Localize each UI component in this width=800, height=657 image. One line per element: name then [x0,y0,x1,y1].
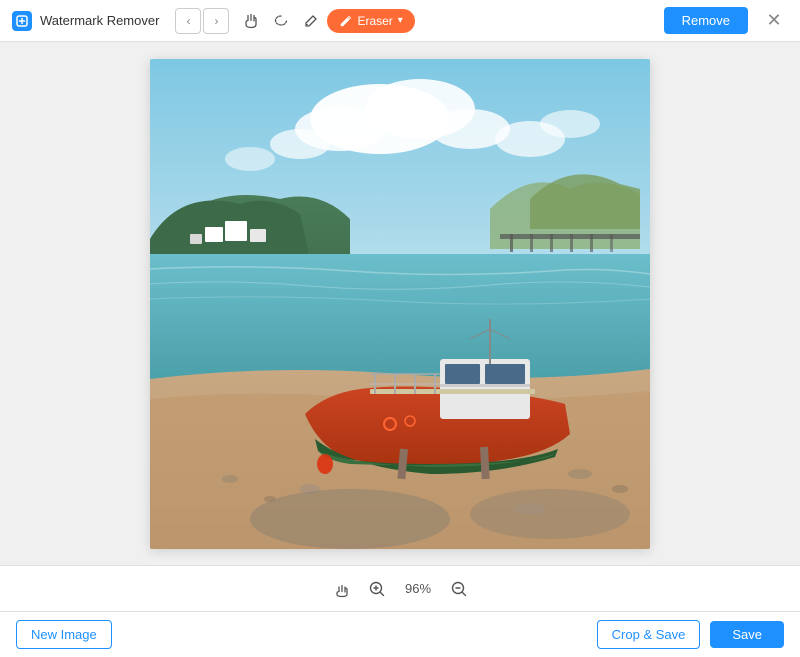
toolbar-group: ‹ › Eraser ▾ [175,7,422,35]
app-icon [12,11,32,31]
zoom-level: 96% [400,581,436,596]
zoom-in-button[interactable] [364,576,390,602]
scene-image [150,59,650,549]
remove-button[interactable]: Remove [664,7,748,34]
main-content [0,42,800,565]
crop-save-button[interactable]: Crop & Save [597,620,701,649]
title-bar: Watermark Remover ‹ › Eraser [0,0,800,42]
save-button[interactable]: Save [710,621,784,648]
eraser-button[interactable]: Eraser ▾ [327,9,414,33]
zoom-bar: 96% [0,565,800,611]
footer-right-actions: Crop & Save Save [597,620,784,649]
hand-tool-button[interactable] [237,7,265,35]
back-button[interactable]: ‹ [175,8,201,34]
zoom-out-button[interactable] [446,576,472,602]
footer-bar: New Image Crop & Save Save [0,611,800,657]
brush-tool-button[interactable] [297,7,325,35]
lasso-tool-button[interactable] [267,7,295,35]
new-image-button[interactable]: New Image [16,620,112,649]
close-button[interactable]: ✕ [760,7,788,35]
hand-zoom-button[interactable] [328,576,354,602]
app-title: Watermark Remover [40,13,159,28]
image-container [150,59,650,549]
forward-button[interactable]: › [203,8,229,34]
